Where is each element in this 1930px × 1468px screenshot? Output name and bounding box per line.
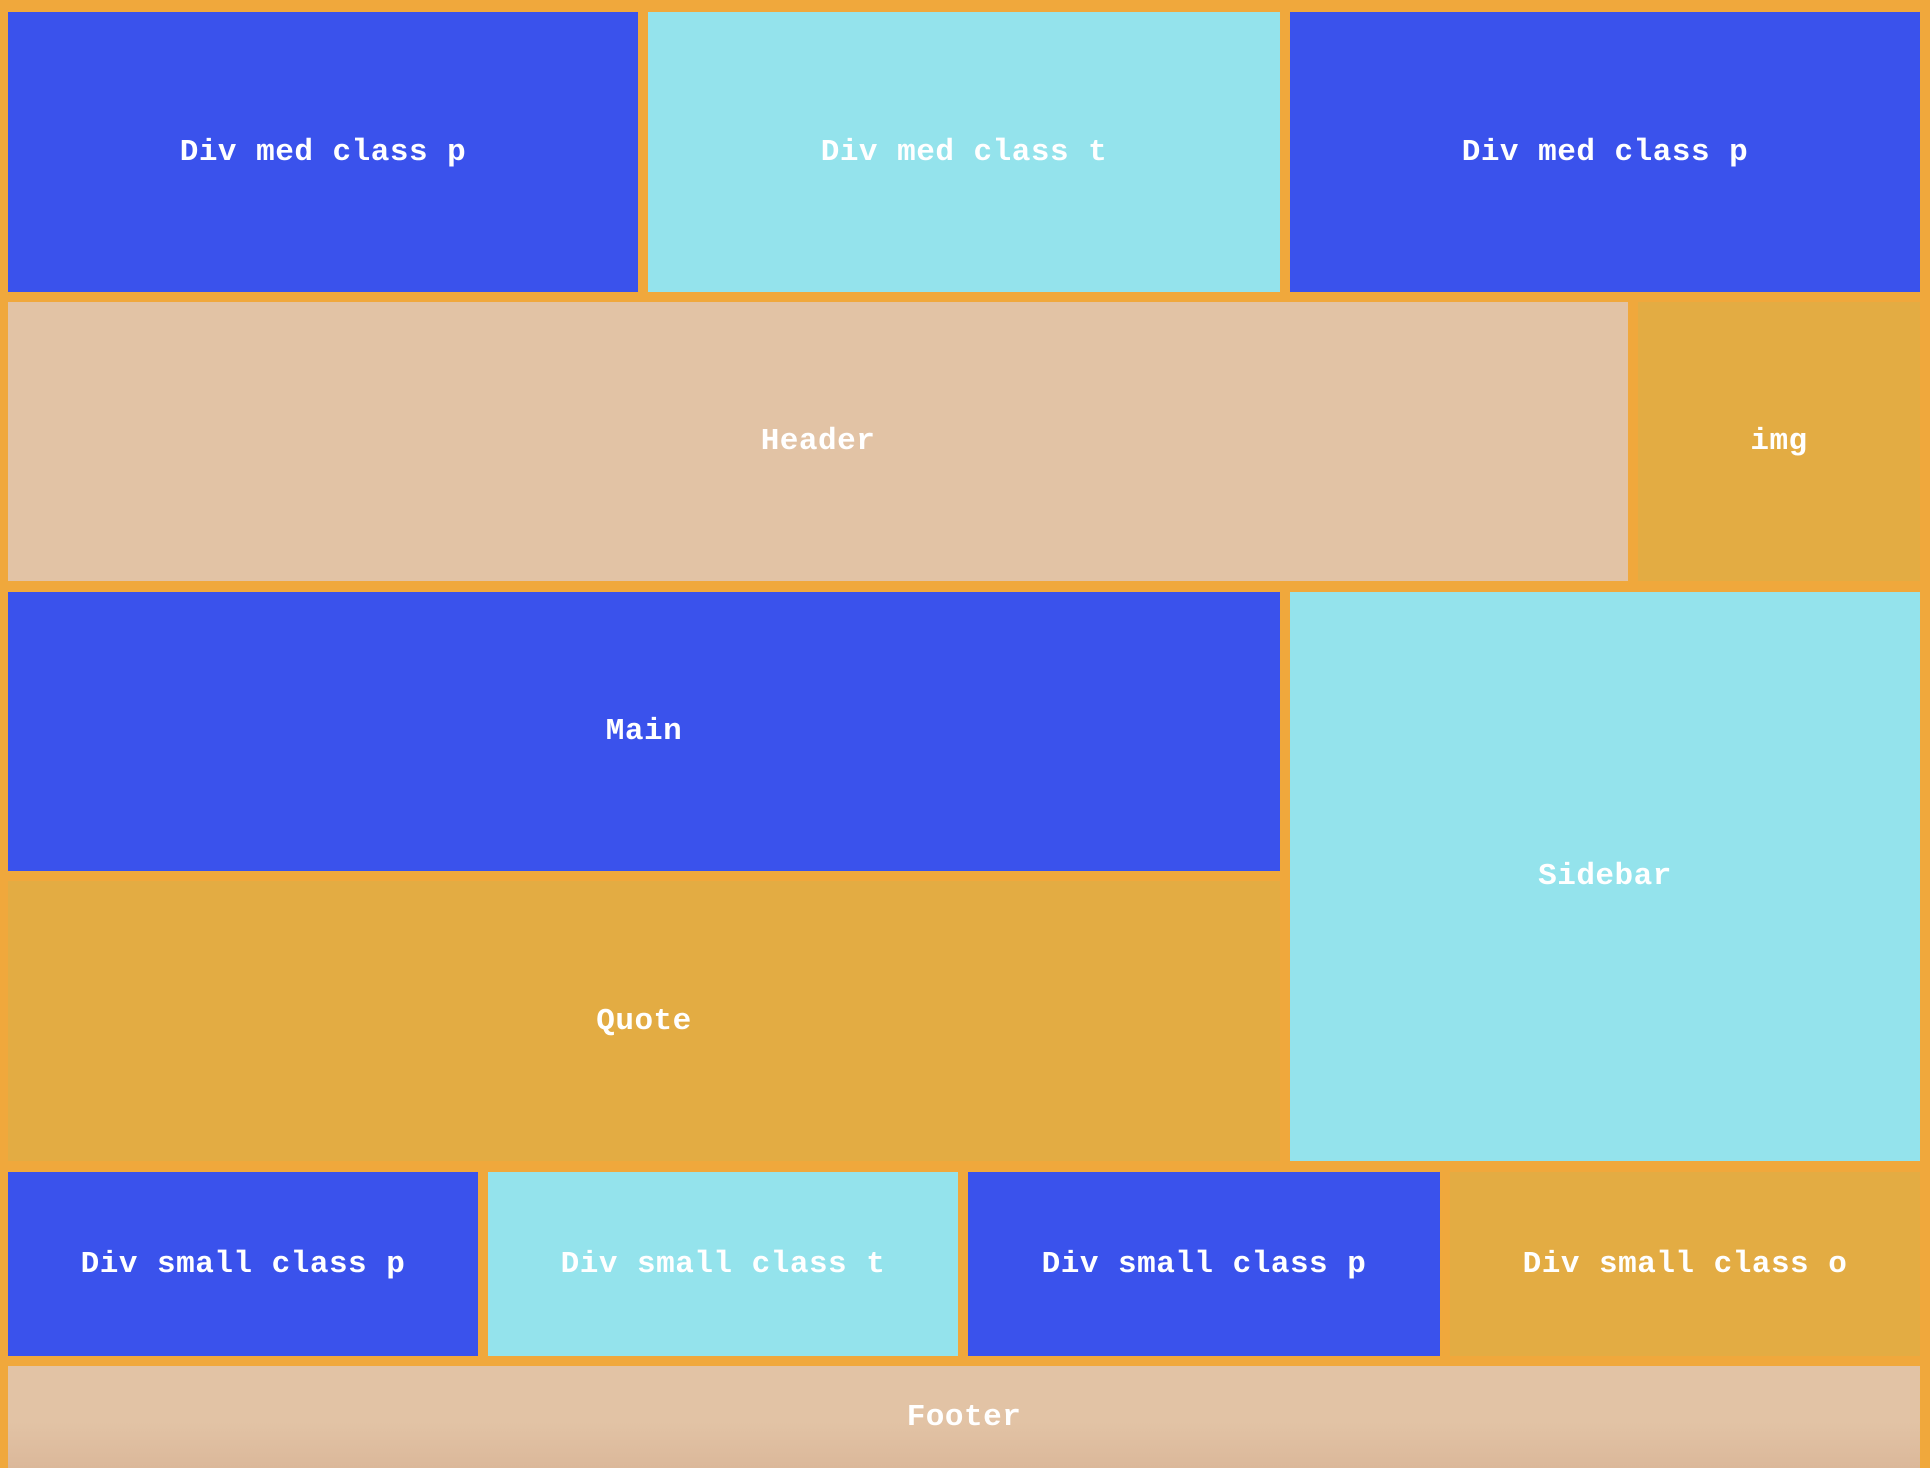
div-med-class-t-label: Div med class t xyxy=(820,134,1108,170)
div-med-class-p-left: Div med class p xyxy=(8,12,638,292)
div-med-class-t: Div med class t xyxy=(648,12,1280,292)
div-small-class-t: Div small class t xyxy=(488,1172,958,1356)
sidebar-block: Sidebar xyxy=(1290,592,1920,1161)
div-small-class-t-label: Div small class t xyxy=(560,1246,886,1282)
img-label: img xyxy=(1750,424,1808,459)
img-block: img xyxy=(1638,302,1920,581)
quote-label: Quote xyxy=(596,1003,692,1039)
header-block: Header xyxy=(8,302,1628,581)
main-block: Main xyxy=(8,592,1280,871)
quote-block: Quote xyxy=(8,881,1280,1161)
main-label: Main xyxy=(605,714,683,749)
div-med-class-p-right: Div med class p xyxy=(1290,12,1920,292)
div-small-class-o-label: Div small class o xyxy=(1522,1246,1848,1282)
footer-block: Footer xyxy=(8,1366,1920,1468)
div-small-class-p-second-label: Div small class p xyxy=(1041,1246,1367,1282)
div-small-class-o: Div small class o xyxy=(1450,1172,1920,1356)
footer-label: Footer xyxy=(906,1399,1022,1435)
div-small-class-p-second: Div small class p xyxy=(968,1172,1440,1356)
div-small-class-p-first: Div small class p xyxy=(8,1172,478,1356)
div-med-class-p-right-label: Div med class p xyxy=(1461,134,1749,170)
div-med-class-p-left-label: Div med class p xyxy=(179,134,467,170)
header-label: Header xyxy=(760,424,876,459)
div-small-class-p-first-label: Div small class p xyxy=(80,1246,406,1282)
sidebar-label: Sidebar xyxy=(1538,859,1672,894)
